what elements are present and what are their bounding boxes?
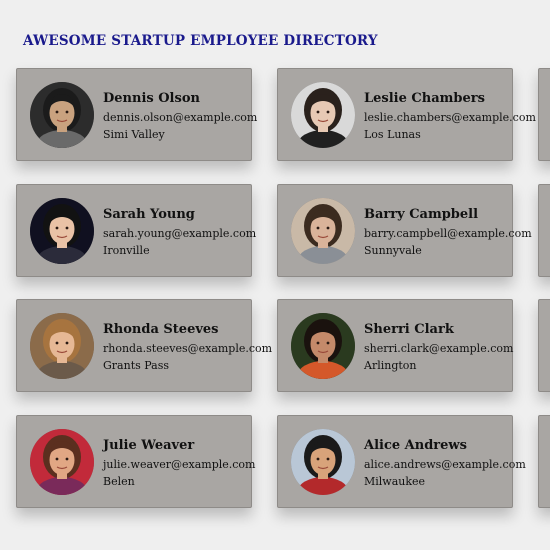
employee-card-partial[interactable] xyxy=(538,415,550,508)
avatar-eye xyxy=(55,110,59,114)
avatar-eye xyxy=(326,457,330,461)
employee-city: Sunnyvale xyxy=(364,244,422,257)
employee-card[interactable]: Dennis Olson dennis.olson@example.com Si… xyxy=(16,68,257,161)
avatar-portrait xyxy=(291,313,355,379)
page-title: Awesome Startup Employee Directory xyxy=(23,33,378,49)
employee-name: Julie Weaver xyxy=(103,438,195,453)
employee-card[interactable]: Leslie Chambers leslie.chambers@example.… xyxy=(277,68,536,161)
avatar-portrait xyxy=(30,82,94,148)
employee-name: Sherri Clark xyxy=(364,322,454,337)
employee-city: Los Lunas xyxy=(364,128,421,141)
employee-card-partial[interactable] xyxy=(538,299,550,392)
avatar-eye xyxy=(316,110,320,114)
avatar-eye xyxy=(326,110,330,114)
avatar-portrait xyxy=(291,429,355,495)
avatar-eye xyxy=(316,226,320,230)
employee-city: Grants Pass xyxy=(103,359,170,372)
employee-name: Alice Andrews xyxy=(364,438,467,453)
employee-card[interactable]: Rhonda Steeves rhonda.steeves@example.co… xyxy=(16,299,272,392)
avatar-portrait xyxy=(30,313,94,379)
avatar-portrait xyxy=(30,429,94,495)
avatar-eye xyxy=(65,341,69,345)
employee-card[interactable]: Barry Campbell barry.campbell@example.co… xyxy=(277,184,532,277)
employee-city: Simi Valley xyxy=(103,128,165,141)
employee-email: leslie.chambers@example.com xyxy=(364,111,536,124)
avatar-eye xyxy=(65,457,69,461)
employee-city: Belen xyxy=(103,475,135,488)
avatar-eye xyxy=(55,457,59,461)
employee-email: alice.andrews@example.com xyxy=(364,458,526,471)
employee-card[interactable]: Julie Weaver julie.weaver@example.com Be… xyxy=(16,415,256,508)
avatar-eye xyxy=(55,341,59,345)
employee-city: Milwaukee xyxy=(364,475,426,488)
avatar xyxy=(30,82,94,148)
employee-name: Leslie Chambers xyxy=(364,91,485,106)
employee-card[interactable]: Alice Andrews alice.andrews@example.com … xyxy=(277,415,526,508)
employee-email: barry.campbell@example.com xyxy=(364,227,532,240)
avatar xyxy=(291,313,355,379)
employee-card[interactable]: Sarah Young sarah.young@example.com Iron… xyxy=(16,184,256,277)
employee-name: Dennis Olson xyxy=(103,91,200,106)
employee-email: sarah.young@example.com xyxy=(103,227,257,240)
avatar-portrait xyxy=(291,82,355,148)
avatar xyxy=(30,198,94,264)
avatar xyxy=(291,429,355,495)
employee-card-partial[interactable] xyxy=(538,68,550,161)
employee-email: julie.weaver@example.com xyxy=(103,458,256,471)
employee-email: dennis.olson@example.com xyxy=(103,111,258,124)
employee-card[interactable]: Sherri Clark sherri.clark@example.com Ar… xyxy=(277,299,513,392)
employee-email: rhonda.steeves@example.com xyxy=(103,342,273,355)
avatar-eye xyxy=(316,341,320,345)
employee-card-partial[interactable] xyxy=(538,184,550,277)
avatar xyxy=(30,313,94,379)
avatar-eye xyxy=(326,341,330,345)
avatar-eye xyxy=(65,110,69,114)
avatar xyxy=(291,82,355,148)
avatar xyxy=(291,198,355,264)
avatar xyxy=(30,429,94,495)
avatar-eye xyxy=(55,226,59,230)
employee-name: Barry Campbell xyxy=(364,207,479,222)
employee-name: Sarah Young xyxy=(103,207,195,222)
employee-email: sherri.clark@example.com xyxy=(364,342,514,355)
employee-city: Arlington xyxy=(364,359,417,372)
avatar-eye xyxy=(65,226,69,230)
avatar-eye xyxy=(316,457,320,461)
avatar-portrait xyxy=(291,198,355,264)
avatar-portrait xyxy=(30,198,94,264)
employee-city: Ironville xyxy=(103,244,150,257)
avatar-eye xyxy=(326,226,330,230)
employee-name: Rhonda Steeves xyxy=(103,322,219,337)
